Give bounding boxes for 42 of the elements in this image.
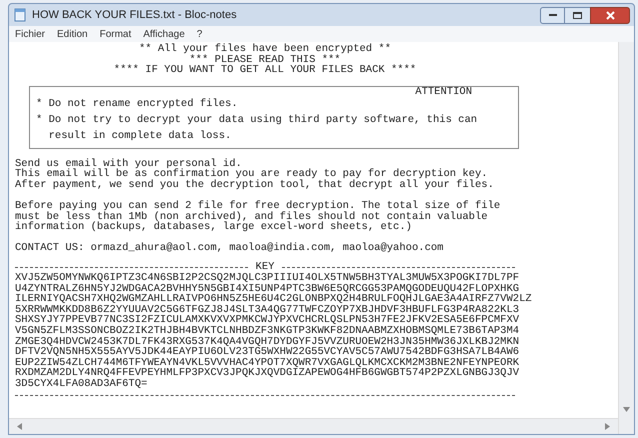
text-line: After payment, we send you the decryption tool, that decrypt all your files. (15, 180, 495, 190)
scroll-left-icon (17, 423, 22, 430)
attention-line: * Do not try to decrypt your data using third party software, this can (36, 114, 478, 126)
minimize-button[interactable] (540, 6, 565, 24)
text-line: must be less than 1Mb (non archived), and files should not contain valuable (15, 212, 489, 222)
text-line: CONTACT US: ormazd_ahura@aol.com, maoloa@india.com, maoloa@yahoo.com (15, 243, 444, 254)
text-line: Send us email with your personal id. (15, 158, 243, 170)
key-line: U4ZYNTRALZ6HN5YJ2WDGACA2BVHHY5N5GBI4XI5UNP4PTC3BW6E5QRCGG53PAMQGODEUQU42FLOPXHKG (15, 284, 520, 294)
menu-item[interactable]: Affichage (143, 26, 185, 42)
menu-item[interactable]: Fichier (15, 26, 46, 42)
text-line: Before paying you can send 2 file for free decryption. The total size of file (15, 201, 502, 212)
scroll-right-icon (605, 423, 610, 430)
key-line: ILERNIYQACSH7XHQ2WGMZAHLLRAIVPO6HN5Z5HE6U4C2GLONBPXQ2H4BRULFOQHJLGAE3A4AIRFZ7VW2LZ (15, 294, 533, 305)
header-line: **** IF YOU WANT TO GET ALL YOUR FILES BACK **** (114, 65, 416, 76)
close-button[interactable] (590, 6, 630, 24)
key-line: DFTV2VQN5NH5X555AYV5JDK44EAYPIU6OLV23TG5WXHW22G55VCYAV5C57AWU7542BDFG3HSA7LB4AW6 (15, 347, 520, 358)
text-line: This email will be as confirmation you are ready to pay for decryption key. (15, 169, 488, 180)
attention-line: result in complete data loss. (48, 130, 232, 142)
vertical-scrollbar[interactable] (618, 42, 634, 434)
key-heading: KEY (256, 260, 274, 273)
close-icon (606, 10, 614, 20)
key-line: SHXSYJY7PPEVB77NC3SI2FZICULAMXKVXVXPMKCWJYPXVCHCRLQSLPN53H7FE2JFKV2ESA5E6FPCMFXV (15, 315, 520, 326)
attention-line: * Do not rename encrypted files. (36, 98, 238, 110)
attention-heading: ATTENTION (415, 86, 472, 98)
horizontal-scrollbar[interactable] (9, 418, 618, 434)
text-line: information (backups, databases, large excel-word sheets, etc.) (15, 222, 413, 233)
scroll-down-icon (623, 407, 630, 412)
key-line: 5XRRWWMKKDD8B6Z2YYUUAV2C5G6TFGZJ8J4SLT3A4QG77TWFCZOYP7XBJHDVF3HBUFLFG3P4RA822KL3 (15, 304, 520, 316)
key-line: RXDMZAM2DLY4NRQ4FFEVPEYHMLFP3PXCV3JPQKJXQVDGIZAPEWOG4HFB6GWGBT574P2PZXLGNBGJ3QJV (15, 368, 520, 379)
key-line: V5GN5ZFLM3SSONCBOZ2IK2THJBH4BVKTCLNHBDZF3NKGTP3KWKF82DNAABMZXHOBMSQMLE73B6TAP3M4 (15, 326, 520, 337)
menu-item[interactable]: Edition (57, 26, 88, 42)
window-title: HOW BACK YOUR FILES.txt - Bloc-notes (32, 8, 238, 23)
header-line: *** PLEASE READ THIS *** (189, 54, 341, 66)
key-line: XVJ5ZW5OMYNWKQ6IPTZ3C4N6SBI2P2CSQ2MJQLC3PIIIUI4OLX5TNW5BH3TYAL3MUW5X3POGKI7DL7PF (15, 272, 520, 284)
key-line: 3D5CYX4LFA08AD3AF6TQ= (15, 378, 148, 390)
header-line: ** All your files have been encrypted ** (138, 44, 392, 55)
key-line: EUP2ZIW54ZLCH744M6TFYWEAYN4VKL5VVVHAC4YPOT7XQWR7VXGAGLQLKMCXCKM2M3BNE2NFEYNPEORK (15, 358, 520, 368)
menu-item[interactable]: ? (196, 26, 202, 42)
maximize-button[interactable] (565, 6, 590, 24)
key-line: ZMGE3Q4HDVCW2453K7DL7FK43RXG537K4QA4VGQH7DYDGYFJ5VVZURUOEW2H3JN35HMW36JXLKBJ2MKN (15, 336, 520, 348)
notepad-icon (13, 8, 27, 22)
menu-item[interactable]: Format (100, 26, 132, 42)
